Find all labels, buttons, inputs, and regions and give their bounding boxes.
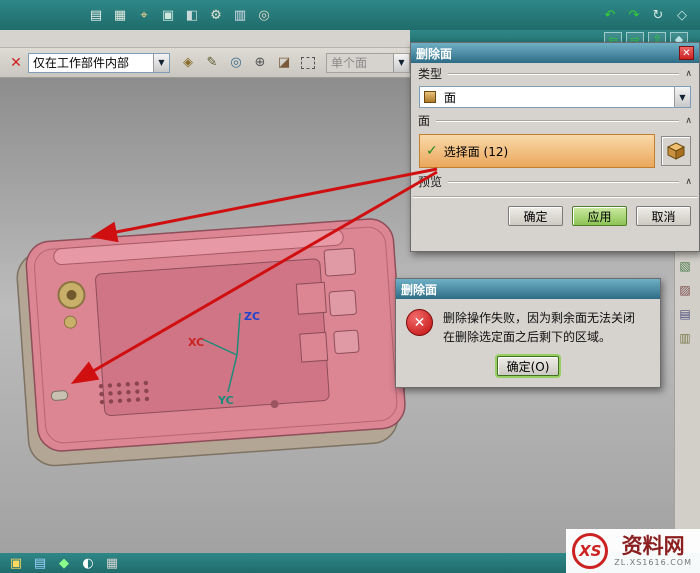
- delete-face-dialog: 删除面 ✕ 类型 ∧ 面 ▼ 面 ∧ ✓ 选择面 (12): [410, 42, 700, 252]
- apply-button[interactable]: 应用: [572, 206, 627, 226]
- nx-window: ▤▦⌖▣◧⚙▥◎ ↶↷↻◇ ⇦⇨⇧◆ ✕ 仅在工作部件内部 ▼ ◈✎◎⊕◪ 单个…: [0, 0, 700, 573]
- chevron-down-icon: ▼: [393, 54, 409, 72]
- clear-selection-icon[interactable]: ✕: [7, 54, 25, 72]
- ok-button[interactable]: 确定: [508, 206, 563, 226]
- selection-scope-dropdown[interactable]: 仅在工作部件内部 ▼: [28, 53, 170, 73]
- status-axis-icon[interactable]: ◆: [55, 554, 73, 572]
- sketch-icon[interactable]: ▣: [159, 6, 177, 24]
- face-type-value: 面: [440, 89, 674, 106]
- collapse-icon[interactable]: ∧: [685, 177, 692, 187]
- chevron-down-icon[interactable]: ▼: [153, 54, 169, 72]
- face-section-header[interactable]: 面 ∧: [411, 110, 699, 131]
- error-ok-button[interactable]: 确定(O): [497, 356, 559, 376]
- preview-section-header[interactable]: 预览 ∧: [411, 171, 699, 192]
- face-select-cube-button[interactable]: [661, 136, 691, 166]
- chevron-down-icon[interactable]: ▼: [674, 87, 690, 107]
- select-face-row[interactable]: ✓ 选择面 (12): [419, 134, 655, 168]
- status-sheet-icon[interactable]: ▦: [103, 554, 121, 572]
- snap-point-icon[interactable]: ◈: [179, 54, 197, 72]
- select-face-label: 选择面 (12): [444, 143, 508, 160]
- error-icon: ✕: [406, 309, 433, 336]
- face-rule-dropdown: 单个面 ▼: [326, 53, 410, 73]
- watermark-url: ZL.XS1616.COM: [614, 558, 692, 567]
- check-icon: ✓: [426, 143, 438, 159]
- assembly-navigator-icon[interactable]: ▧: [675, 256, 695, 276]
- cancel-button[interactable]: 取消: [636, 206, 691, 226]
- collapse-icon[interactable]: ∧: [685, 116, 692, 126]
- main-toolbar-icons: ▤ ▦ ⌖ ▣ ◧ ⚙ ▥ ◎: [84, 6, 276, 24]
- refresh-view-icon[interactable]: ↻: [649, 6, 667, 24]
- settings-gear-icon[interactable]: ⚙: [207, 6, 225, 24]
- delete-face-dialog-titlebar[interactable]: 删除面 ✕: [411, 43, 699, 63]
- status-layers-icon[interactable]: ▤: [31, 554, 49, 572]
- layout-grid-icon[interactable]: ▦: [111, 6, 129, 24]
- info-icon[interactable]: ◎: [255, 6, 273, 24]
- error-dialog-titlebar[interactable]: 删除面: [396, 279, 660, 299]
- axis-label-yc: YC: [217, 394, 234, 407]
- layers-icon[interactable]: ▥: [231, 6, 249, 24]
- axis-label-zc: ZC: [244, 310, 260, 323]
- type-section-header[interactable]: 类型 ∧: [411, 63, 699, 84]
- extrude-icon[interactable]: ◧: [183, 6, 201, 24]
- status-view-icon[interactable]: ◐: [79, 554, 97, 572]
- cube-icon: [666, 141, 686, 161]
- rectangle-select-icon[interactable]: [301, 57, 315, 69]
- selection-toolbar-icons: ◈ ✎ ◎ ⊕ ◪: [176, 54, 296, 72]
- cycle-selection-icon[interactable]: ◎: [227, 54, 245, 72]
- resource-bar-icons: ▧ ▨ ▤ ▥: [675, 254, 700, 350]
- close-icon[interactable]: ✕: [679, 46, 694, 60]
- constraint-navigator-icon[interactable]: ▨: [675, 280, 695, 300]
- redo-icon[interactable]: ↷: [625, 6, 643, 24]
- datum-csys-icon[interactable]: ⌖: [135, 6, 153, 24]
- highlight-face-icon[interactable]: ◪: [275, 54, 293, 72]
- delete-face-error-dialog: 删除面 ✕ 删除操作失败，因为剩余面无法关闭在删除选定面之后剩下的区域。 确定(…: [395, 278, 661, 388]
- face-type-dropdown[interactable]: 面 ▼: [419, 86, 691, 108]
- main-toolbar-right-icons: ↶ ↷ ↻ ◇: [598, 0, 694, 30]
- watermark-site-name: 资料网: [622, 535, 685, 558]
- collapse-icon[interactable]: ∧: [685, 69, 692, 79]
- watermark-logo: XS: [572, 533, 608, 569]
- magnify-icon[interactable]: ⊕: [251, 54, 269, 72]
- reuse-library-icon[interactable]: ▥: [675, 328, 695, 348]
- resource-bar: ▧ ▨ ▤ ▥: [674, 250, 700, 553]
- face-rule-value: 单个面: [327, 54, 393, 71]
- face-type-icon: [424, 91, 436, 103]
- error-message: 删除操作失败，因为剩余面无法关闭在删除选定面之后剩下的区域。: [443, 309, 643, 346]
- selection-scope-value: 仅在工作部件内部: [29, 54, 153, 71]
- edit-curve-icon[interactable]: ✎: [203, 54, 221, 72]
- undo-icon[interactable]: ↶: [601, 6, 619, 24]
- watermark: XS 资料网 ZL.XS1616.COM: [566, 529, 700, 573]
- type-section-label: 类型: [418, 65, 442, 82]
- dialog-title: 删除面: [416, 45, 452, 62]
- status-cube-icon[interactable]: ▣: [7, 554, 25, 572]
- preview-section-label: 预览: [418, 173, 442, 190]
- new-window-icon[interactable]: ▤: [87, 6, 105, 24]
- part-navigator-icon[interactable]: ▤: [675, 304, 695, 324]
- fit-view-icon[interactable]: ◇: [673, 6, 691, 24]
- status-bar-icons: ▣ ▤ ◆ ◐ ▦: [4, 554, 124, 572]
- error-dialog-title: 删除面: [401, 281, 437, 298]
- main-toolbar: ▤ ▦ ⌖ ▣ ◧ ⚙ ▥ ◎ ↶ ↷ ↻ ◇: [0, 0, 700, 30]
- axis-label-xc: XC: [188, 336, 204, 349]
- face-section-label: 面: [418, 112, 430, 129]
- side-slot: [51, 391, 68, 401]
